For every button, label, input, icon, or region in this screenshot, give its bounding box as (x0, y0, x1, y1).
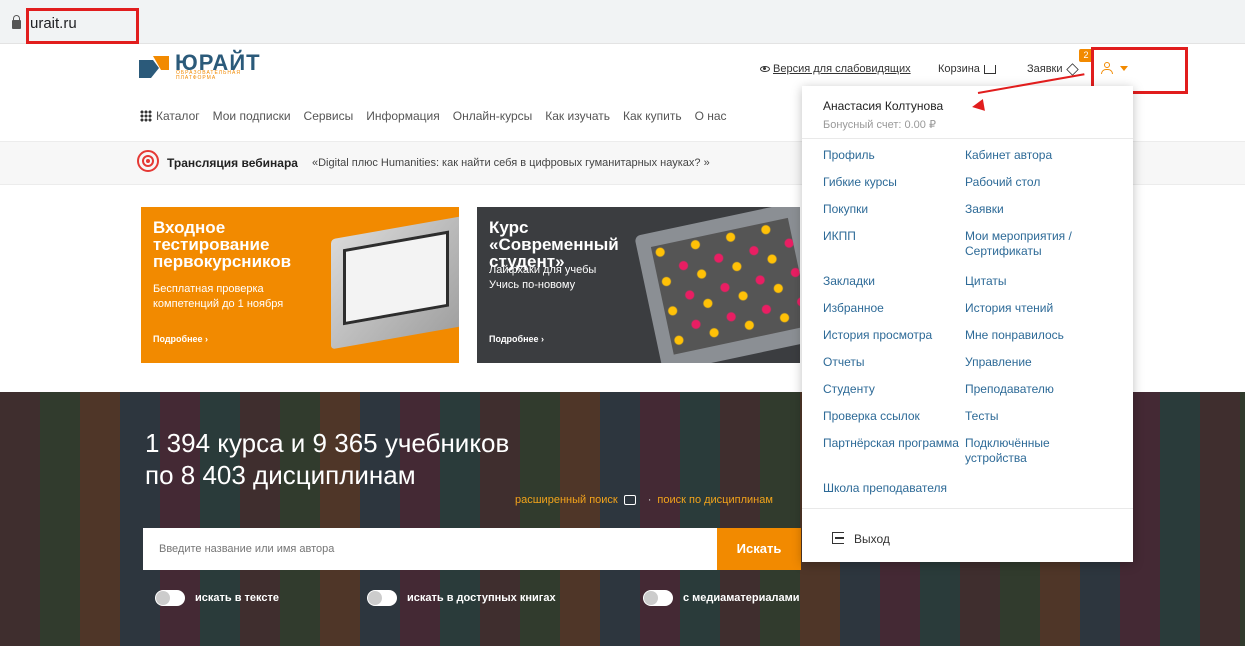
menu-item-desktop[interactable]: Рабочий стол (965, 175, 1040, 190)
promo-card-more[interactable]: Подробнее › (153, 334, 208, 344)
toggle-search-text[interactable]: искать в тексте (155, 590, 279, 606)
logo-subtitle: ОБРАЗОВАТЕЛЬНАЯ ПЛАТФОРМА (176, 70, 241, 81)
promo-card-testing[interactable]: Входное тестирование первокурсников Бесп… (141, 207, 459, 363)
menu-item-author-cabinet[interactable]: Кабинет автора (965, 148, 1052, 163)
menu-item-liked[interactable]: Мне понравилось (965, 328, 1064, 343)
separator-dot: · (647, 494, 652, 506)
chat-icon (623, 495, 636, 506)
cart-link[interactable]: Корзина (938, 63, 996, 75)
toggle-label: искать в тексте (195, 591, 280, 604)
eye-icon (760, 66, 770, 73)
menu-item-link-check[interactable]: Проверка ссылок (823, 409, 920, 424)
logo[interactable]: ЮРАЙТ ОБРАЗОВАТЕЛЬНАЯ ПЛАТФОРМА (139, 50, 261, 81)
laptop-image (331, 214, 459, 350)
main-nav: Каталог Мои подписки Сервисы Информация Онла… (140, 109, 740, 123)
webinar-title[interactable]: Трансляция вебинара (167, 156, 298, 170)
cart-icon (983, 64, 996, 74)
requests-label: Заявки (1027, 63, 1063, 75)
address-bar: urait.ru (0, 0, 1245, 44)
nav-catalog[interactable]: Каталог (140, 109, 200, 123)
menu-item-quotes[interactable]: Цитаты (965, 274, 1006, 289)
broadcast-icon (137, 150, 159, 172)
search-button[interactable]: Искать (717, 528, 801, 570)
nav-item-info[interactable]: Информация (366, 109, 439, 123)
hero-title-line2: по 8 403 дисциплинам (145, 460, 416, 490)
nav-item-how-to-buy[interactable]: Как купить (623, 109, 682, 123)
menu-item-events[interactable]: Мои мероприятия / Сертификаты (965, 229, 1105, 259)
user-name: Анастасия Колтунова (823, 99, 944, 113)
toggle-switch[interactable] (155, 590, 185, 606)
promo-card-text: Бесплатная проверка компетенций до 1 ноя… (153, 283, 284, 310)
hero-title: 1 394 курса и 9 365 учебников по 8 403 д… (145, 427, 509, 491)
logout-button[interactable]: Выход (854, 532, 890, 546)
menu-item-flexible-courses[interactable]: Гибкие курсы (823, 175, 897, 190)
menu-item-requests[interactable]: Заявки (965, 202, 1004, 217)
menu-item-partner-program[interactable]: Партнёрская программа (823, 436, 959, 451)
divider (802, 138, 1133, 139)
page: urait.ru ЮРАЙТ ОБРАЗОВАТЕЛЬНАЯ ПЛАТФОРМА… (0, 0, 1245, 646)
nav-item-about[interactable]: О нас (695, 109, 727, 123)
hero-title-line1: 1 394 курса и 9 365 учебников (145, 428, 510, 458)
tablet-image (634, 207, 800, 363)
bonus-account: Бонусный счет: 0.00 ₽ (823, 119, 936, 131)
menu-item-tests[interactable]: Тесты (965, 409, 998, 424)
requests-link[interactable]: Заявки (1027, 62, 1079, 76)
nav-item-online-courses[interactable]: Онлайн-курсы (453, 109, 533, 123)
nav-item-services[interactable]: Сервисы (304, 109, 354, 123)
annotation-arrow-head (971, 99, 985, 113)
menu-item-view-history[interactable]: История просмотра (823, 328, 932, 343)
nav-catalog-label: Каталог (156, 109, 200, 123)
menu-item-profile[interactable]: Профиль (823, 148, 875, 163)
low-vision-link[interactable]: Версия для слабовидящих (760, 63, 911, 75)
box-icon (1065, 62, 1079, 76)
toggle-media[interactable]: с медиаматериалами (643, 590, 800, 606)
promo-card-text: Лайфхаки для учебы Учись по-новому (489, 264, 597, 291)
menu-item-ikpp[interactable]: ИКПП (823, 229, 856, 244)
lock-icon (12, 15, 21, 29)
cart-label: Корзина (938, 63, 980, 75)
low-vision-label: Версия для слабовидящих (773, 63, 911, 75)
toggle-switch[interactable] (367, 590, 397, 606)
menu-item-reading-history[interactable]: История чтений (965, 301, 1053, 316)
search-bar: Искать (143, 528, 801, 570)
annotation-box-url (26, 8, 139, 44)
menu-item-student[interactable]: Студенту (823, 382, 875, 397)
search-input[interactable] (143, 528, 717, 570)
hero-links: расширенный поиск · поиск по дисциплинам (515, 494, 773, 506)
logout-icon (832, 532, 844, 544)
toggle-available-books[interactable]: искать в доступных книгах (367, 590, 556, 606)
advanced-search-link[interactable]: расширенный поиск (515, 494, 618, 506)
menu-item-purchases[interactable]: Покупки (823, 202, 868, 217)
nav-item-how-to-study[interactable]: Как изучать (545, 109, 610, 123)
menu-item-bookmarks[interactable]: Закладки (823, 274, 875, 289)
toggle-label: искать в доступных книгах (407, 591, 556, 604)
user-dropdown-menu: Анастасия Колтунова Бонусный счет: 0.00 … (802, 86, 1133, 562)
menu-item-management[interactable]: Управление (965, 355, 1032, 370)
toggle-switch[interactable] (643, 590, 673, 606)
menu-item-teacher[interactable]: Преподавателю (965, 382, 1054, 397)
promo-card-student[interactable]: Курс «Современный студент» Лайфхаки для … (477, 207, 800, 363)
logo-mark-icon (139, 56, 169, 78)
promo-card-title: Входное тестирование первокурсников (153, 218, 292, 271)
menu-item-favorites[interactable]: Избранное (823, 301, 884, 316)
divider (802, 508, 1133, 509)
menu-item-reports[interactable]: Отчеты (823, 355, 864, 370)
grid-icon (140, 110, 152, 122)
menu-item-teacher-school[interactable]: Школа преподавателя (823, 481, 947, 496)
menu-item-connected-devices[interactable]: Подключённые устройства (965, 436, 1065, 466)
discipline-search-link[interactable]: поиск по дисциплинам (657, 494, 773, 506)
webinar-text[interactable]: «Digital плюс Humanities: как найти себя… (312, 157, 710, 169)
promo-card-more[interactable]: Подробнее › (489, 334, 544, 344)
toggle-label: с медиаматериалами (683, 591, 800, 604)
nav-item-subscriptions[interactable]: Мои подписки (213, 109, 291, 123)
